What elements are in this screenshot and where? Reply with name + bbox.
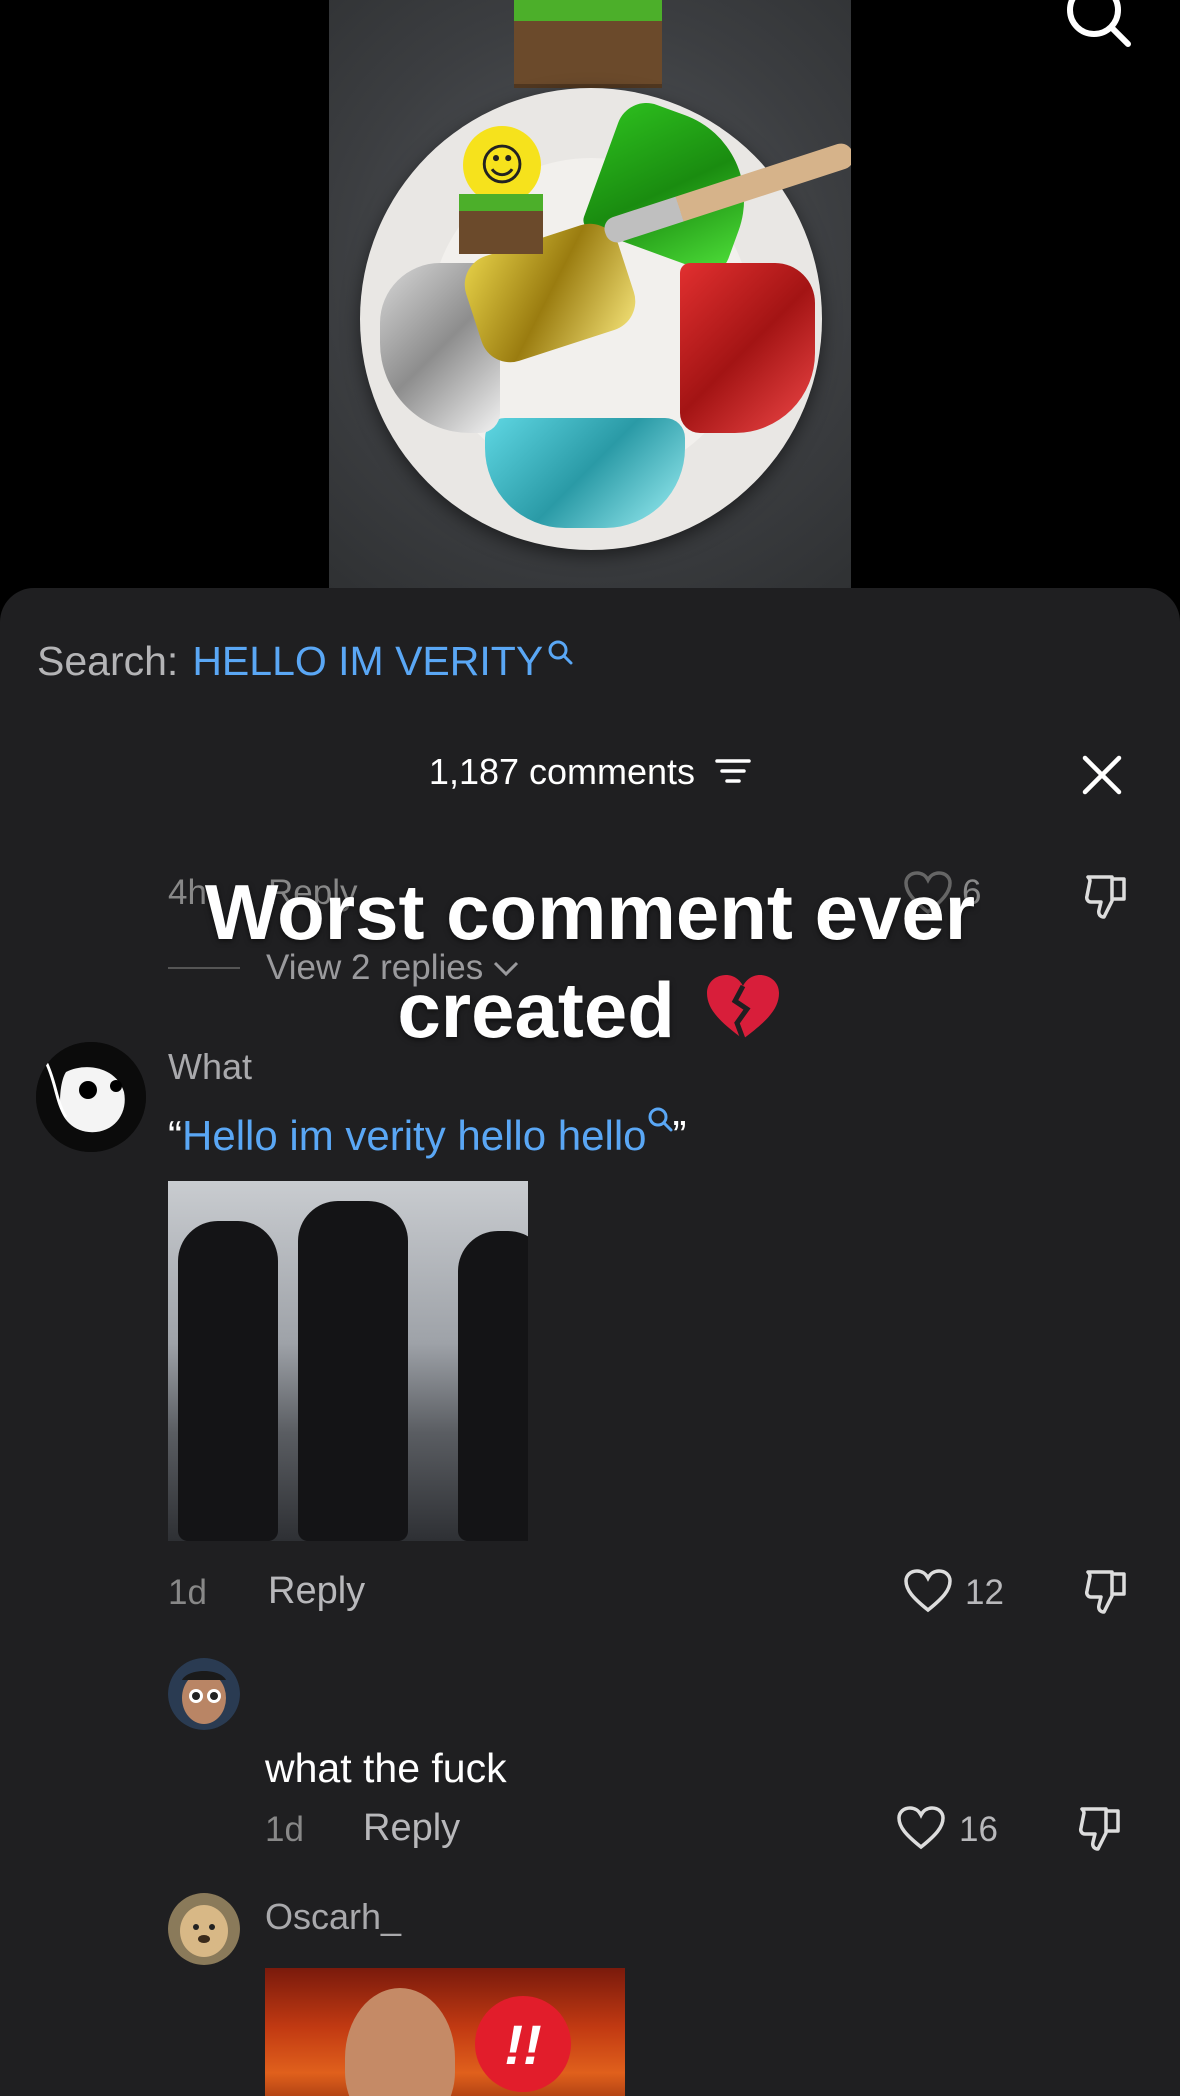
comment-count: 1,187 comments: [428, 751, 696, 792]
exclamation-badge: !!: [475, 1996, 571, 2092]
comment-username[interactable]: What: [168, 1046, 252, 1088]
meme-face: [345, 1988, 455, 2096]
search-query-link[interactable]: HELLO IM VERITY: [192, 638, 543, 685]
filter-icon[interactable]: [715, 756, 751, 786]
reply-text: what the fuck: [265, 1745, 507, 1791]
smiley-sticker: ☺: [463, 126, 541, 204]
search-prefix: Search:: [37, 638, 179, 684]
figure-left: [178, 1221, 278, 1541]
video-area[interactable]: ☺: [0, 0, 1180, 590]
comments-header: 1,187 comments: [0, 751, 1180, 793]
search-icon[interactable]: [1062, 0, 1132, 48]
mini-grass-block-sticker: [459, 194, 543, 254]
caption-line-2-row: created: [0, 961, 1180, 1059]
figure-right: [458, 1231, 528, 1541]
teal-foil: [485, 418, 685, 528]
avatar[interactable]: [36, 1042, 146, 1152]
close-icon[interactable]: [1079, 752, 1125, 798]
quote-open: “: [168, 1112, 182, 1159]
grass-block-sticker: [514, 0, 662, 88]
avatar-image: [36, 1042, 146, 1152]
heart-icon[interactable]: [896, 1805, 946, 1851]
comment-text: “Hello im verity hello hello ”: [168, 1106, 687, 1160]
heart-icon[interactable]: [903, 1568, 953, 1614]
comment-time: 1d: [168, 1573, 207, 1612]
paint-palette-image: [360, 88, 822, 550]
reply-button[interactable]: Reply: [268, 1570, 365, 1613]
quote-close: ”: [672, 1112, 687, 1159]
video-caption-overlay: Worst comment ever created: [0, 863, 1180, 1059]
reply-button[interactable]: Reply: [363, 1807, 460, 1850]
search-link-text[interactable]: Hello im verity hello hello: [182, 1112, 647, 1159]
search-icon: [648, 1107, 673, 1132]
video-frame[interactable]: ☺: [329, 0, 851, 590]
figure-center: [298, 1201, 408, 1541]
search-suggestion[interactable]: Search: HELLO IM VERITY: [37, 638, 573, 685]
red-foil: [680, 263, 815, 433]
comment-attached-image[interactable]: [168, 1181, 528, 1541]
avatar-image: [168, 1893, 240, 1965]
comment-username[interactable]: Oscarh_: [265, 1896, 401, 1938]
dislike-icon[interactable]: [1082, 1566, 1132, 1616]
avatar-image: [168, 1658, 240, 1730]
comment-time: 1d: [265, 1810, 304, 1849]
avatar[interactable]: [168, 1658, 240, 1730]
avatar[interactable]: [168, 1893, 240, 1965]
caption-line-1: Worst comment ever: [204, 868, 976, 956]
like-count: 16: [959, 1810, 998, 1849]
comment-attached-image[interactable]: !!: [265, 1968, 625, 2096]
dislike-icon[interactable]: [1076, 1803, 1126, 1853]
broken-heart-icon: [706, 975, 779, 1040]
comments-sheet: Search: HELLO IM VERITY 1,187 comments 4…: [0, 588, 1180, 2096]
search-icon: [548, 640, 573, 664]
caption-line-2: created: [397, 966, 675, 1054]
like-count: 12: [965, 1573, 1004, 1612]
